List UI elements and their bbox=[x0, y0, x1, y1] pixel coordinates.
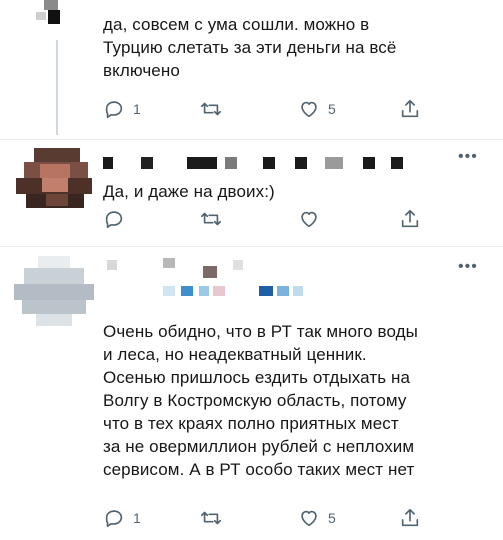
display-name-redacted[interactable] bbox=[103, 157, 403, 169]
retweet-button[interactable] bbox=[199, 208, 223, 230]
like-button[interactable]: 5 bbox=[298, 98, 336, 120]
like-count: 5 bbox=[328, 101, 336, 117]
reply-icon bbox=[105, 101, 123, 119]
reply-count: 1 bbox=[133, 510, 141, 526]
like-count: 5 bbox=[328, 510, 336, 526]
share-button[interactable] bbox=[399, 506, 421, 530]
divider bbox=[0, 246, 503, 247]
reply-icon bbox=[105, 510, 123, 528]
tweet-text: Да, и даже на двоих:) bbox=[103, 182, 275, 201]
reply-icon bbox=[105, 211, 123, 229]
avatar[interactable] bbox=[16, 148, 92, 212]
more-options-button[interactable]: ••• bbox=[458, 259, 478, 275]
thread-line bbox=[56, 40, 58, 135]
reply-button[interactable]: 1 bbox=[103, 98, 141, 120]
tweet-text: да, совсем с ума сошли. можно в Турцию с… bbox=[103, 15, 397, 80]
heart-icon bbox=[301, 510, 317, 527]
share-button[interactable] bbox=[399, 97, 421, 121]
share-icon bbox=[401, 99, 419, 118]
like-button[interactable]: 5 bbox=[298, 507, 336, 529]
retweet-button[interactable] bbox=[199, 98, 223, 120]
share-button[interactable] bbox=[399, 207, 421, 231]
avatar[interactable] bbox=[14, 256, 94, 326]
retweet-button[interactable] bbox=[199, 507, 223, 529]
tweet-text: Очень обидно, что в РТ так много воды и … bbox=[103, 322, 418, 479]
more-options-button[interactable]: ••• bbox=[458, 149, 478, 165]
share-icon bbox=[401, 508, 419, 527]
heart-icon bbox=[301, 211, 317, 228]
retweet-icon bbox=[201, 102, 221, 116]
heart-icon bbox=[301, 101, 317, 118]
divider bbox=[0, 139, 503, 140]
like-button[interactable] bbox=[298, 208, 328, 230]
retweet-icon bbox=[201, 212, 221, 226]
retweet-icon bbox=[201, 511, 221, 525]
share-icon bbox=[401, 209, 419, 228]
avatar[interactable] bbox=[36, 0, 66, 26]
reply-count: 1 bbox=[133, 101, 141, 117]
reply-button[interactable] bbox=[103, 208, 133, 230]
display-name-redacted[interactable] bbox=[103, 258, 353, 298]
reply-button[interactable]: 1 bbox=[103, 507, 141, 529]
